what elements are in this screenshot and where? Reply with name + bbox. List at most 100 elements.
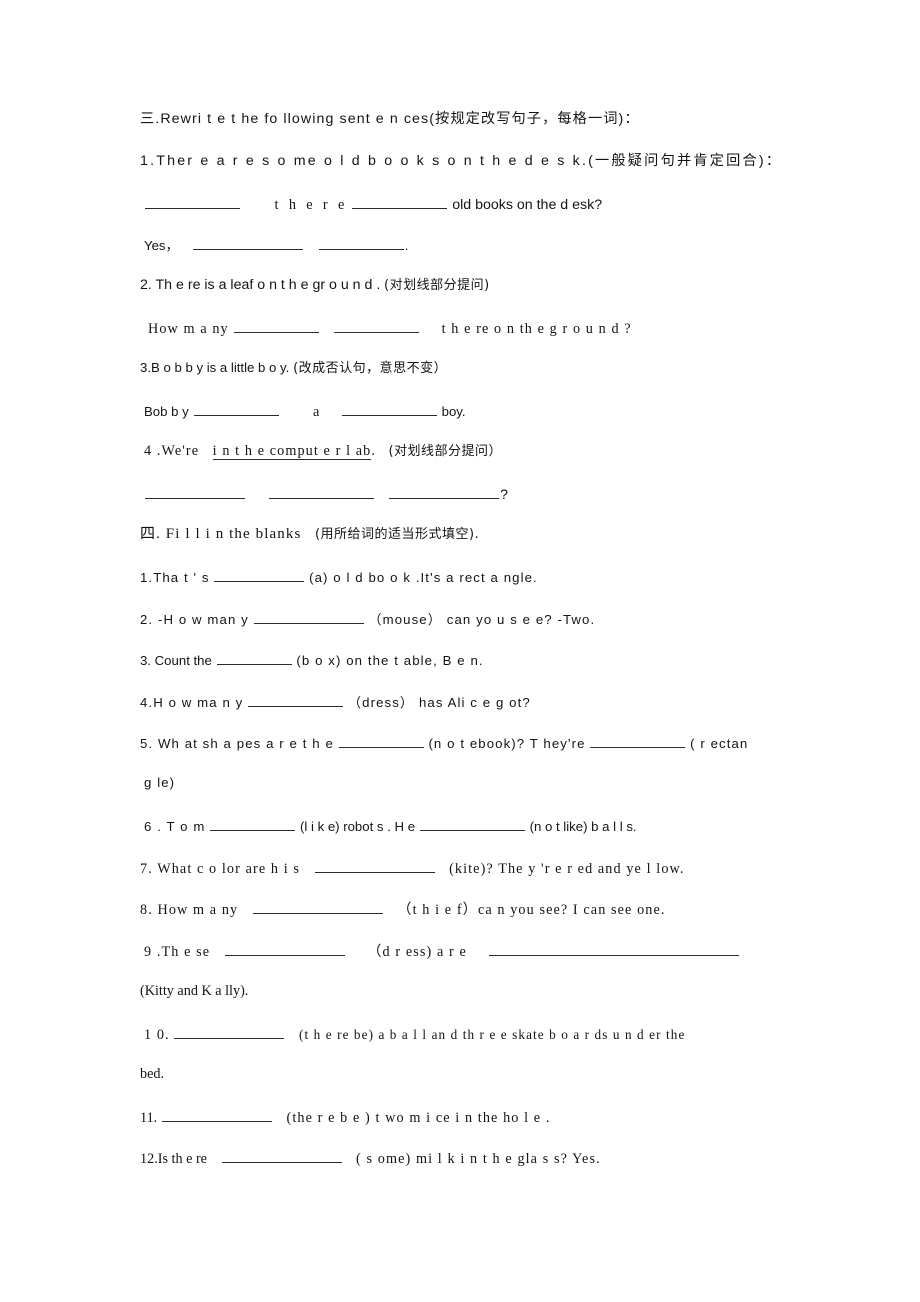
answer-tail: old books on the d esk? bbox=[452, 196, 603, 213]
answer-blank[interactable] bbox=[214, 569, 305, 583]
item-4-6: 6 . T o m (l i k e) robot s . H e (n o t… bbox=[140, 818, 790, 860]
item-3-4-underlined-phrase: i n t h e comput e r l ab bbox=[212, 443, 372, 461]
answer-blank[interactable] bbox=[419, 818, 525, 832]
answer-blank[interactable] bbox=[590, 735, 686, 749]
question-mark: ? bbox=[500, 487, 508, 504]
section-four-heading: 四. Fi l l i n the blanks (用所给词的适当形式填空). bbox=[140, 527, 790, 569]
item-4-4-text-before: 4.H o w ma n y bbox=[140, 694, 244, 710]
answer-blank[interactable] bbox=[253, 610, 364, 624]
item-4-7: 7. What c o lor are h i s (kite)? The y … bbox=[140, 859, 790, 901]
answer-blank[interactable] bbox=[248, 693, 344, 707]
answer-blank[interactable] bbox=[210, 818, 296, 832]
answer-yes-label: Yes， bbox=[144, 238, 179, 254]
answer-blank[interactable] bbox=[224, 942, 345, 956]
answer-blank[interactable] bbox=[341, 403, 437, 417]
answer-subject-bobby: Bob b y bbox=[144, 404, 189, 420]
item-3-1-prompt-text: 1.Ther e a r e s o me o l d b o o k s o … bbox=[140, 152, 783, 169]
answer-blank[interactable] bbox=[252, 901, 383, 915]
item-3-2-instruction: (对划线部分提问) bbox=[384, 278, 490, 293]
answer-blank[interactable] bbox=[145, 195, 240, 209]
item-3-2-prompt: 2. Th e re is a leaf o n t h e gr o u n … bbox=[140, 278, 790, 320]
section-three-heading-text: 三.Rewri t e t he fo llowing sent e n ces… bbox=[140, 111, 640, 127]
answer-blank[interactable] bbox=[193, 237, 304, 251]
answer-tail: t h e re o n th e g r o u n d ? bbox=[441, 321, 632, 338]
item-4-10-number: 1 0. bbox=[144, 1026, 170, 1043]
item-3-4-prompt: 4 .We're i n t h e comput e r l ab. (对划线… bbox=[140, 444, 790, 486]
answer-blank[interactable] bbox=[216, 652, 292, 666]
item-3-4-instruction: (对划线部分提问） bbox=[388, 444, 503, 459]
item-4-10-wrapped: bed. bbox=[140, 1065, 790, 1109]
item-4-5-cue: (n o t ebook)? T hey're bbox=[428, 736, 586, 752]
worksheet-page: 三.Rewri t e t he fo llowing sent e n ces… bbox=[0, 0, 920, 1302]
item-4-12-cue: ( s ome) mi l k i n t h e gla s s? Yes. bbox=[356, 1151, 601, 1168]
item-4-11: 11. (the r e b e ) t wo m i ce i n the h… bbox=[140, 1108, 790, 1150]
answer-blank[interactable] bbox=[145, 486, 245, 500]
item-4-5: 5. Wh at sh a pes a r e t h e (n o t ebo… bbox=[140, 735, 790, 777]
item-3-3-prompt-text: 3.B o b b y is a little b o y. bbox=[140, 360, 290, 375]
item-4-12-text-before: 12.Is th e re bbox=[140, 1151, 207, 1168]
answer-blank[interactable] bbox=[338, 735, 424, 749]
item-3-4-prompt-period: . bbox=[371, 443, 375, 459]
answer-blank[interactable] bbox=[318, 237, 404, 251]
item-4-9-wrapped-text: (Kitty and K a lly). bbox=[140, 982, 249, 999]
item-4-2: 2. -H o w man y （mouse） can yo u s e e? … bbox=[140, 610, 790, 652]
item-3-2-prompt-text: 2. Th e re is a leaf o n t h e gr o u n … bbox=[140, 277, 381, 293]
period: . bbox=[404, 238, 409, 254]
answer-word-there: t h e r e bbox=[274, 196, 348, 213]
item-4-1-text-before: 1.Tha t ' s bbox=[140, 570, 210, 586]
answer-how-many: How m a ny bbox=[148, 321, 229, 338]
worksheet-content: 三.Rewri t e t he fo llowing sent e n ces… bbox=[140, 112, 790, 1191]
item-4-2-cue: （mouse） can yo u s e e? -Two. bbox=[368, 611, 596, 627]
item-4-3: 3. Count the (b o x) on the t able, B e … bbox=[140, 652, 790, 694]
item-4-6-text-before: 6 . T o m bbox=[144, 819, 206, 835]
answer-article-a: a bbox=[313, 404, 320, 421]
item-4-12: 12.Is th e re ( s ome) mi l k i n t h e … bbox=[140, 1150, 790, 1192]
item-3-4-answer-line: ? bbox=[140, 486, 790, 528]
item-4-9-text-before: 9 .Th e se bbox=[144, 943, 211, 960]
answer-blank[interactable] bbox=[161, 1108, 272, 1122]
item-4-5-wrapped-text: g le) bbox=[144, 775, 176, 790]
item-4-8-text-before: 8. How m a ny bbox=[140, 902, 239, 919]
item-3-3-instruction: (改成否认句，意思不变） bbox=[293, 361, 448, 376]
item-3-1-answer-line-2: Yes， . bbox=[140, 237, 790, 279]
item-4-10-wrapped-text: bed. bbox=[140, 1065, 165, 1082]
item-4-1-cue: (a) o l d bo o k .It's a rect a ngle. bbox=[309, 570, 538, 586]
item-4-3-cue: (b o x) on the t able, B e n. bbox=[296, 653, 484, 669]
item-3-3-answer-line: Bob b y a boy. bbox=[140, 403, 790, 445]
answer-blank[interactable] bbox=[334, 320, 420, 334]
item-4-9-wrapped: (Kitty and K a lly). bbox=[140, 982, 790, 1026]
item-3-1-prompt: 1.Ther e a r e s o me o l d b o o k s o … bbox=[140, 152, 790, 196]
answer-blank[interactable] bbox=[233, 320, 319, 334]
section-four-heading-chinese: (用所给词的适当形式填空). bbox=[314, 527, 480, 542]
item-4-2-text-before: 2. -H o w man y bbox=[140, 611, 249, 627]
answer-blank[interactable] bbox=[389, 486, 500, 500]
item-4-4-cue: （dress） has Ali c e g ot? bbox=[347, 694, 531, 710]
answer-blank[interactable] bbox=[352, 195, 448, 209]
item-4-5-wrapped: g le) bbox=[140, 776, 790, 818]
answer-blank[interactable] bbox=[174, 1025, 285, 1039]
answer-blank[interactable] bbox=[314, 859, 435, 873]
answer-blank[interactable] bbox=[193, 403, 279, 417]
answer-blank[interactable] bbox=[221, 1150, 342, 1164]
item-4-7-text-before: 7. What c o lor are h i s bbox=[140, 860, 301, 877]
answer-blank[interactable] bbox=[489, 942, 740, 956]
item-4-11-number: 11. bbox=[140, 1109, 158, 1126]
item-4-5-text-before: 5. Wh at sh a pes a r e t h e bbox=[140, 736, 334, 752]
item-4-6-cue: (l i k e) robot s . H e bbox=[299, 819, 416, 835]
item-4-8-cue: （t h i e f）ca n you see? I can see one. bbox=[397, 902, 666, 919]
item-3-3-prompt: 3.B o b b y is a little b o y. (改成否认句，意思… bbox=[140, 361, 790, 403]
item-4-11-cue: (the r e b e ) t wo m i ce i n the ho l … bbox=[286, 1109, 551, 1126]
item-4-10: 1 0. (t h e re be) a b a l l an d th r e… bbox=[140, 1025, 790, 1067]
item-4-1: 1.Tha t ' s (a) o l d bo o k .It's a rec… bbox=[140, 569, 790, 611]
section-three-heading: 三.Rewri t e t he fo llowing sent e n ces… bbox=[140, 112, 790, 154]
answer-blank[interactable] bbox=[268, 486, 374, 500]
section-four-heading-english: 四. Fi l l i n the blanks bbox=[140, 526, 302, 542]
item-4-7-cue: (kite)? The y 'r e r ed and ye l low. bbox=[449, 860, 685, 877]
item-4-3-text-before: 3. Count the bbox=[140, 653, 212, 669]
item-3-4-prompt-head: 4 .We're bbox=[144, 443, 200, 459]
answer-tail: boy. bbox=[441, 404, 466, 420]
item-4-4: 4.H o w ma n y （dress） has Ali c e g ot? bbox=[140, 693, 790, 735]
item-4-8: 8. How m a ny （t h i e f）ca n you see? I… bbox=[140, 901, 790, 943]
item-4-5-cue-2: ( r ectan bbox=[690, 736, 749, 752]
item-4-9: 9 .Th e se （d r ess) a r e bbox=[140, 942, 790, 984]
